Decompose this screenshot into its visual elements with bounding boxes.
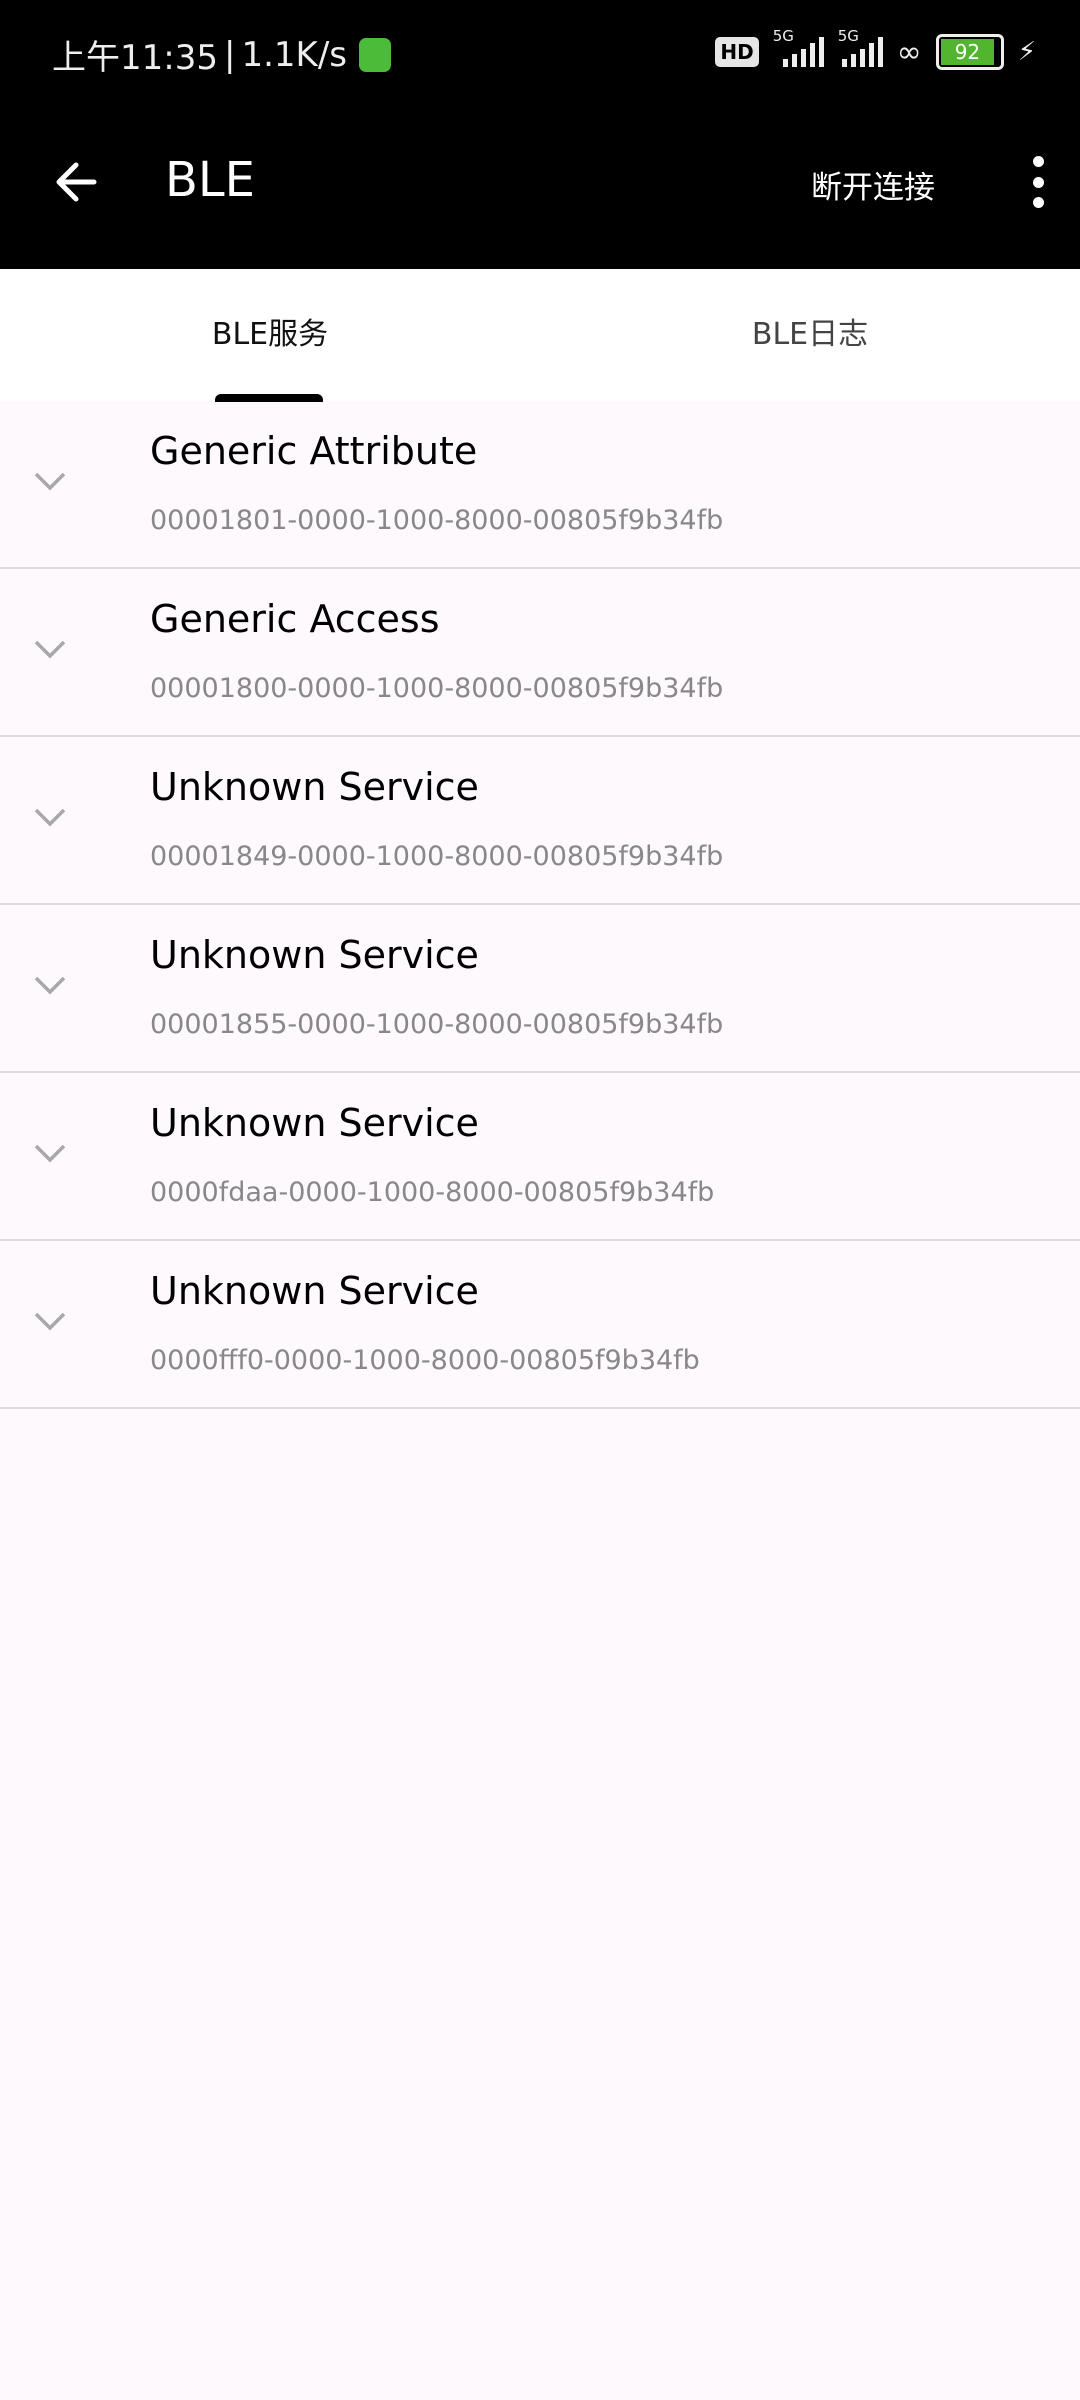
list-item[interactable]: Generic Attribute 00001801-0000-1000-800… (0, 401, 1080, 569)
app-notification-icon (359, 37, 391, 72)
service-uuid: 0000fdaa-0000-1000-8000-00805f9b34fb (150, 1177, 715, 1208)
network-speed: 1.1K/s (241, 34, 347, 75)
page-title: BLE (165, 152, 255, 208)
chevron-down-icon[interactable] (34, 1143, 66, 1163)
disconnect-button[interactable]: 断开连接 (811, 162, 935, 207)
signal-sim2-icon: 5G (838, 27, 883, 67)
tab-bar: BLE服务 BLE日志 (0, 269, 1080, 402)
service-name: Unknown Service (150, 1269, 479, 1313)
charging-icon: ⚡︎ (1017, 37, 1036, 67)
service-name: Unknown Service (150, 765, 479, 809)
service-name: Generic Attribute (150, 429, 478, 473)
list-item[interactable]: Unknown Service 0000fdaa-0000-1000-8000-… (0, 1073, 1080, 1241)
hd-voice-icon: HD (715, 37, 759, 67)
status-bar: 上午11:35 | 1.1K/s HD 5G 5G ∞ 92 ⚡︎ (0, 0, 1080, 100)
tab-ble-services[interactable]: BLE服务 (0, 269, 540, 401)
tab-ble-log[interactable]: BLE日志 (540, 269, 1080, 401)
status-time: 上午11:35 (52, 38, 218, 78)
list-item[interactable]: Unknown Service 0000fff0-0000-1000-8000-… (0, 1241, 1080, 1409)
signal-sim1-icon: 5G (773, 27, 824, 67)
back-arrow-icon[interactable] (50, 156, 102, 208)
service-name: Generic Access (150, 597, 440, 641)
chevron-down-icon[interactable] (34, 975, 66, 995)
service-name: Unknown Service (150, 933, 479, 977)
list-item[interactable]: Generic Access 00001800-0000-1000-8000-0… (0, 569, 1080, 737)
service-list: Generic Attribute 00001801-0000-1000-800… (0, 401, 1080, 1409)
status-divider: | (223, 34, 236, 75)
chevron-down-icon[interactable] (34, 639, 66, 659)
chevron-down-icon[interactable] (34, 471, 66, 491)
list-item[interactable]: Unknown Service 00001855-0000-1000-8000-… (0, 905, 1080, 1073)
battery-icon: 92 (935, 34, 1004, 70)
more-options-icon[interactable] (1026, 156, 1050, 208)
chevron-down-icon[interactable] (34, 1311, 66, 1331)
list-item[interactable]: Unknown Service 00001849-0000-1000-8000-… (0, 737, 1080, 905)
hotspot-link-icon: ∞ (896, 34, 922, 70)
app-bar: BLE 断开连接 (0, 100, 1080, 269)
service-uuid: 00001849-0000-1000-8000-00805f9b34fb (150, 841, 724, 872)
service-uuid: 00001800-0000-1000-8000-00805f9b34fb (150, 673, 724, 704)
service-uuid: 00001801-0000-1000-8000-00805f9b34fb (150, 505, 724, 536)
service-name: Unknown Service (150, 1101, 479, 1145)
service-uuid: 00001855-0000-1000-8000-00805f9b34fb (150, 1009, 724, 1040)
service-uuid: 0000fff0-0000-1000-8000-00805f9b34fb (150, 1345, 700, 1376)
chevron-down-icon[interactable] (34, 807, 66, 827)
battery-level: 92 (940, 39, 995, 65)
